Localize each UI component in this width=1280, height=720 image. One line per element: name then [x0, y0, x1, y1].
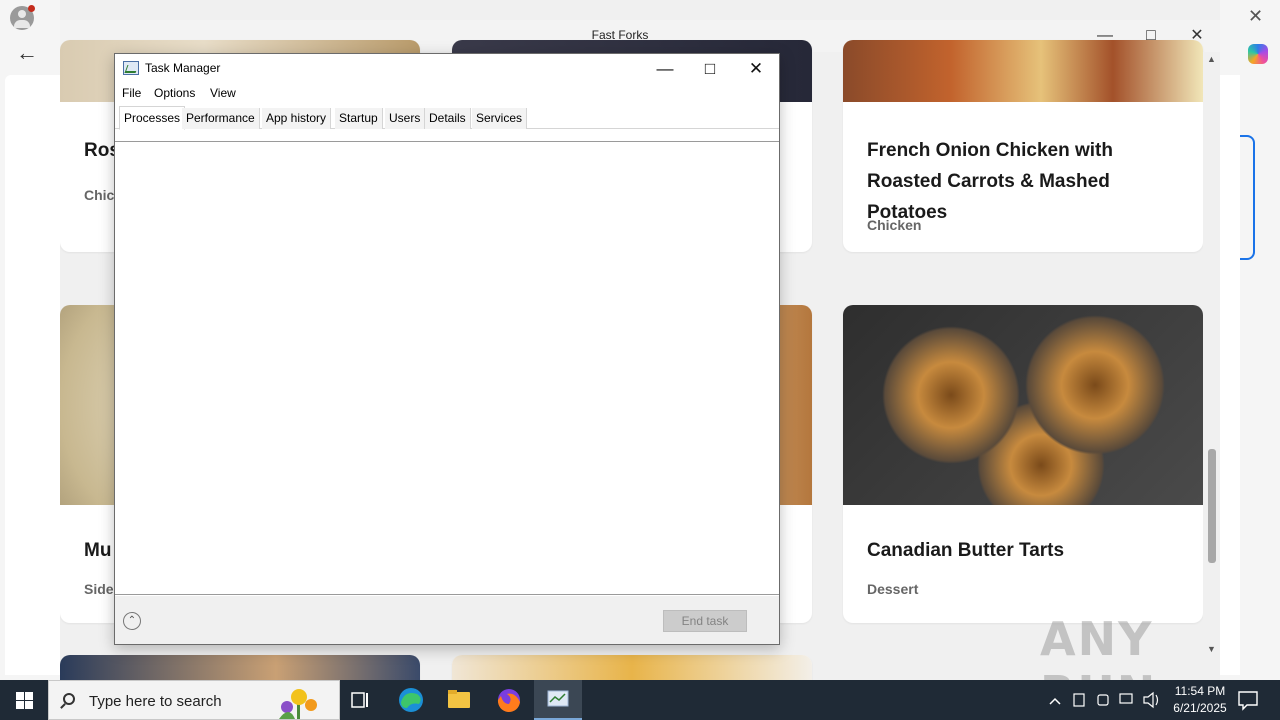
edge-icon[interactable] [387, 680, 435, 720]
tab-app-history[interactable]: App history [262, 108, 332, 129]
task-manager-title: Task Manager [145, 61, 221, 75]
task-view-icon[interactable] [336, 680, 384, 720]
firefox-icon[interactable] [485, 680, 533, 720]
task-manager-titlebar[interactable]: Task Manager — □ ✕ [115, 54, 779, 84]
menu-options[interactable]: Options [154, 86, 195, 100]
start-button[interactable] [0, 680, 48, 720]
tray-overflow-icon [1049, 697, 1061, 705]
task-manager-footer: ⌃ End task [115, 596, 779, 644]
task-manager-tabs: Processes Performance App history Startu… [115, 106, 779, 130]
back-arrow-icon[interactable]: ← [16, 40, 38, 66]
maximize-icon[interactable]: □ [695, 58, 725, 80]
taskbar-search[interactable]: Type here to search [48, 680, 340, 720]
end-task-button[interactable]: End task [663, 610, 747, 632]
page-scrollbar[interactable]: ▲ ▼ [1203, 52, 1220, 680]
tab-processes[interactable]: Processes [119, 106, 186, 130]
task-manager-window: Task Manager — □ ✕ File Options View Pro… [114, 53, 780, 645]
search-icon [63, 693, 75, 705]
notification-dot-icon [28, 5, 35, 12]
recipe-category: Dessert [867, 581, 919, 597]
recipe-image [843, 305, 1203, 505]
menu-file[interactable]: File [122, 86, 141, 100]
tray-device-icon [1073, 693, 1085, 707]
task-manager-app-icon [547, 690, 569, 707]
browser-page-edge [5, 75, 60, 675]
task-manager-menubar: File Options View [115, 84, 779, 104]
recipe-title: Mu [84, 540, 112, 561]
tab-startup[interactable]: Startup [335, 108, 383, 129]
tab-performance[interactable]: Performance [182, 108, 260, 129]
browser-side-panel [1220, 75, 1240, 675]
windows-logo-icon [16, 692, 24, 700]
clock-time: 11:54 PM [1174, 684, 1226, 698]
volume-icon [1143, 691, 1154, 709]
recipe-image [60, 655, 420, 680]
tab-services[interactable]: Services [472, 108, 528, 129]
copilot-icon[interactable] [1248, 44, 1268, 64]
focus-outline [1240, 135, 1255, 260]
tray-meet-icon [1097, 694, 1109, 706]
recipe-card[interactable] [60, 655, 420, 680]
recipe-category: Side [84, 581, 114, 597]
recipe-title: Canadian Butter Tarts [867, 540, 1065, 561]
browser-left-strip: ← [0, 0, 60, 680]
scrollbar-thumb[interactable] [1208, 449, 1216, 563]
browser-close-icon[interactable]: ✕ [1248, 6, 1263, 27]
clock-date: 6/21/2025 [1173, 701, 1227, 715]
search-placeholder: Type here to search [89, 693, 222, 710]
taskbar: Type here to search 11:54 PM 6/21/2025 [0, 680, 1280, 720]
tab-users[interactable]: Users [385, 108, 426, 129]
recipe-card[interactable]: French Onion Chicken with Roasted Carrot… [843, 40, 1203, 252]
notifications-icon[interactable] [1232, 680, 1280, 720]
recipe-category: Chic [84, 187, 115, 203]
recipe-card[interactable] [452, 655, 812, 680]
recipe-image [452, 655, 812, 680]
scroll-up-icon[interactable]: ▲ [1207, 54, 1216, 64]
recipe-card[interactable]: Canadian Butter Tarts Dessert [843, 305, 1203, 623]
menu-view[interactable]: View [210, 86, 236, 100]
task-manager-taskbar-button[interactable] [534, 680, 582, 720]
close-icon[interactable]: ✕ [741, 58, 771, 80]
browser-right-strip: ✕ [1220, 0, 1280, 680]
minimize-icon[interactable]: — [650, 58, 680, 80]
fewer-details-icon[interactable]: ⌃ [123, 612, 141, 630]
tab-details[interactable]: Details [425, 108, 471, 129]
recipe-category: Chicken [867, 217, 922, 233]
recipe-title: French Onion Chicken with Roasted Carrot… [867, 140, 1113, 223]
network-icon [1119, 693, 1133, 704]
taskbar-clock[interactable]: 11:54 PM 6/21/2025 [1160, 683, 1240, 717]
process-list[interactable] [115, 141, 779, 595]
recipe-image [843, 40, 1203, 102]
task-manager-icon [123, 61, 139, 75]
search-highlight-icon [279, 689, 317, 719]
file-explorer-icon[interactable] [435, 680, 483, 720]
